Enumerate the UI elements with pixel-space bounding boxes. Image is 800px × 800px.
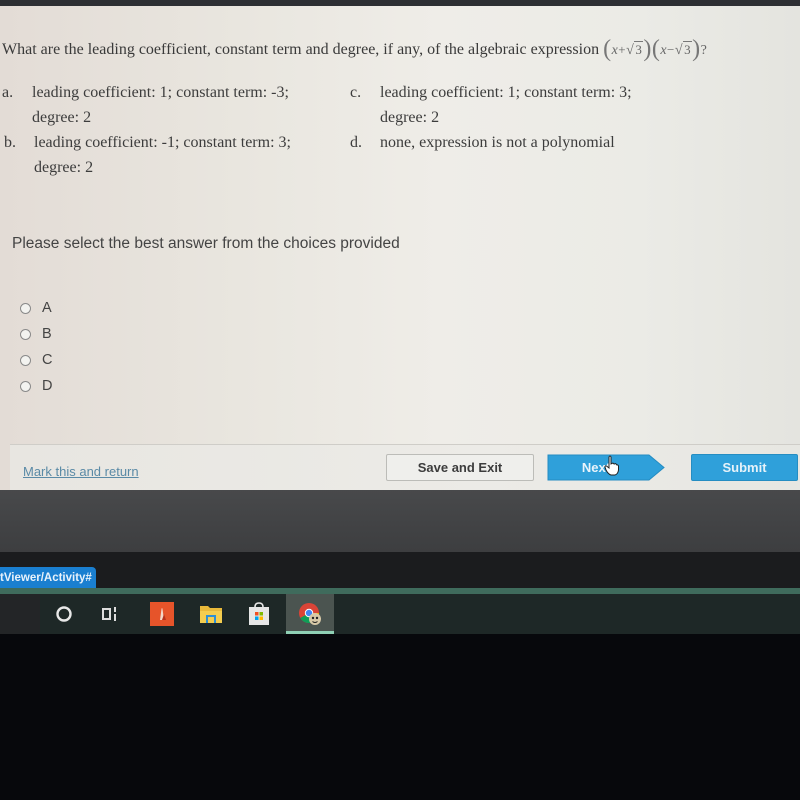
instruction-text: Please select the best answer from the c… <box>12 235 400 252</box>
browser-status-area <box>0 552 800 592</box>
status-url: tViewer/Activity# <box>0 567 96 588</box>
save-and-exit-button[interactable]: Save and Exit <box>386 454 534 481</box>
monitor-bottom <box>0 634 800 800</box>
mark-and-return-link[interactable]: Mark this and return <box>23 464 139 479</box>
answer-option-a[interactable]: A <box>20 295 52 321</box>
store-bag-icon <box>249 602 269 625</box>
algebraic-expression: (x+√3)(x−√3)? <box>603 36 708 62</box>
radio-button[interactable] <box>20 328 31 340</box>
answer-radio-group: A B C D <box>20 295 52 399</box>
answer-option-b[interactable]: B <box>20 321 52 347</box>
taskbar-cortana[interactable] <box>42 594 86 634</box>
circle-icon <box>56 606 72 622</box>
question-stem: What are the leading coefficient, consta… <box>2 36 800 63</box>
taskbar-chrome[interactable] <box>286 594 334 634</box>
taskbar-store[interactable] <box>237 594 281 634</box>
radio-button[interactable] <box>20 354 31 366</box>
windows-taskbar <box>0 594 800 634</box>
taskbar-task-view[interactable] <box>88 594 132 634</box>
folder-icon <box>200 606 222 623</box>
chrome-icon <box>299 603 321 625</box>
action-footer: Mark this and return Save and Exit Next … <box>10 445 800 490</box>
orange-app-icon <box>150 602 174 626</box>
submit-button[interactable]: Submit <box>691 454 798 481</box>
taskbar-app-orange[interactable] <box>140 594 184 634</box>
screen-background <box>0 490 800 552</box>
radio-button[interactable] <box>20 302 31 314</box>
taskbar-file-explorer[interactable] <box>189 594 233 634</box>
sqrt-symbol: √ <box>674 43 684 58</box>
search-box-area[interactable] <box>0 594 40 634</box>
hand-cursor-icon <box>604 455 619 476</box>
answer-option-c[interactable]: C <box>20 347 52 373</box>
answer-option-d[interactable]: D <box>20 373 52 399</box>
question-text: What are the leading coefficient, consta… <box>2 41 600 58</box>
radio-button[interactable] <box>20 380 31 392</box>
task-view-icon <box>102 607 116 621</box>
assessment-page: What are the leading coefficient, consta… <box>0 6 800 490</box>
